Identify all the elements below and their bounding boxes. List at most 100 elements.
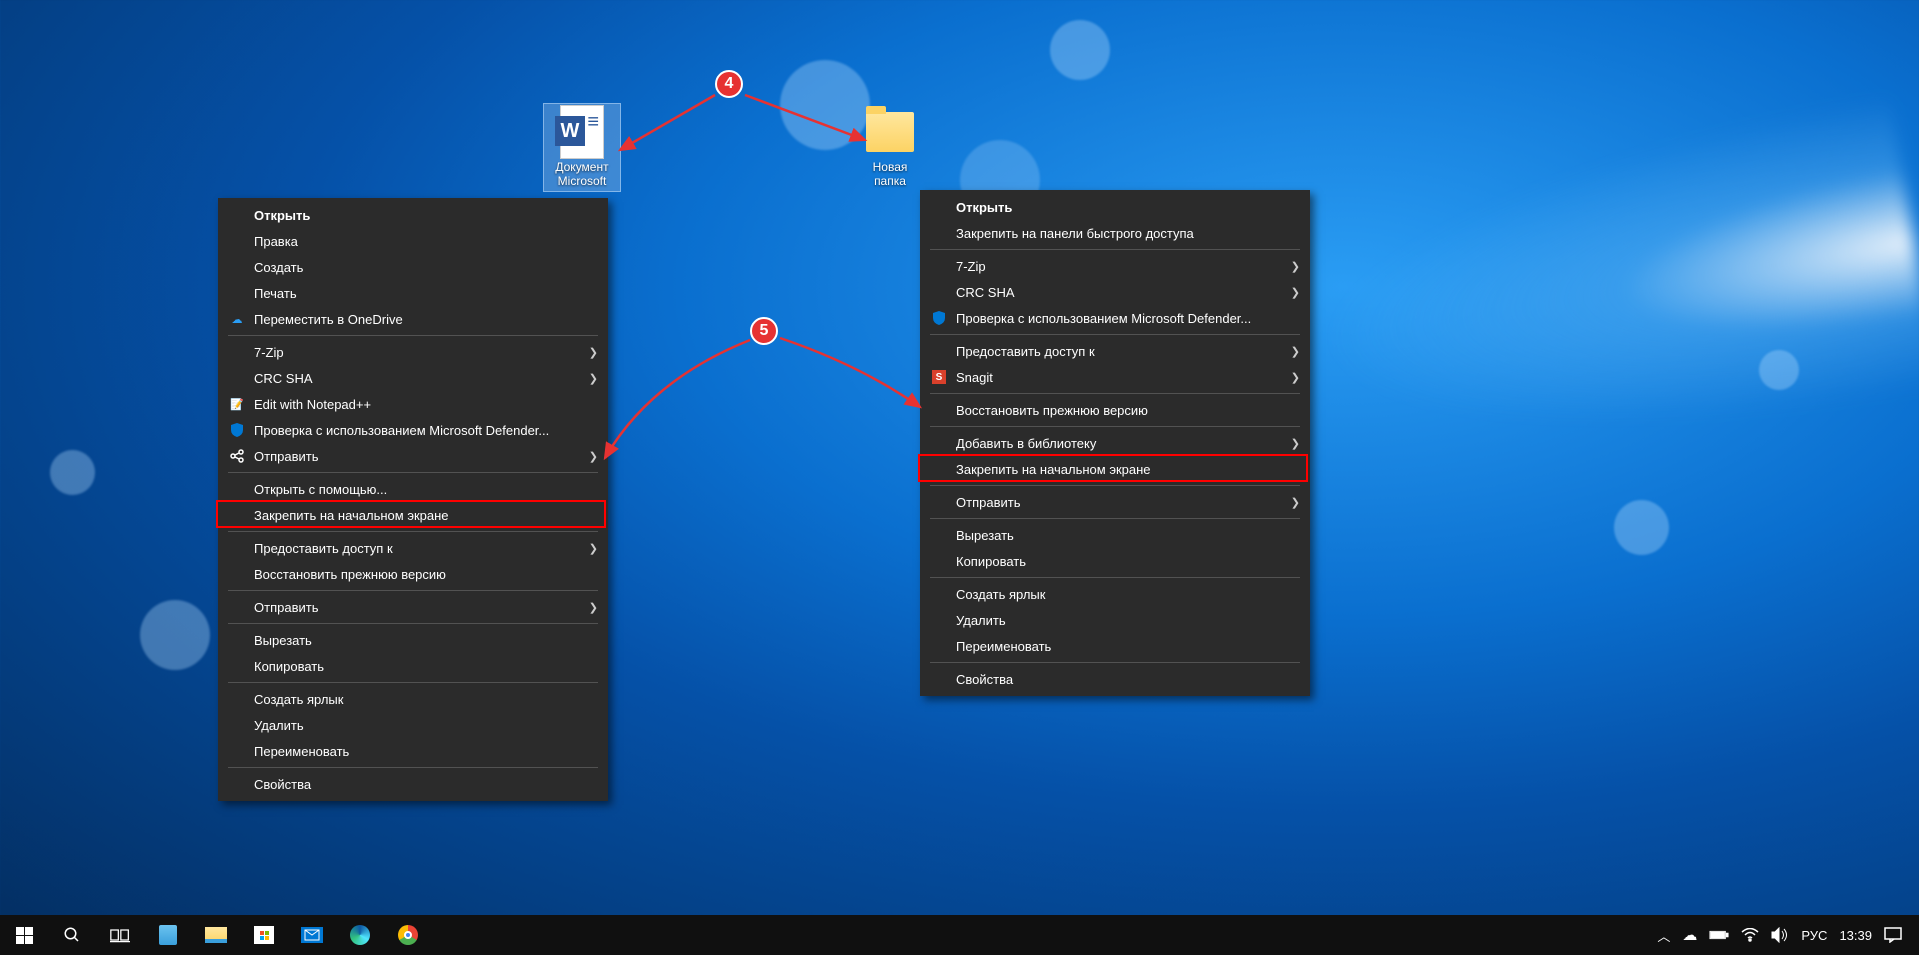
menu-separator [930,393,1300,394]
menu-item-label: Закрепить на начальном экране [254,508,582,523]
blank-icon [228,690,246,708]
taskbar-app-chrome[interactable] [384,915,432,955]
tray-wifi[interactable] [1736,915,1764,955]
menu-folder-item-12[interactable]: Добавить в библиотеку❯ [920,430,1310,456]
blank-icon [930,342,948,360]
task-view-button[interactable] [96,915,144,955]
menu-doc-item-27[interactable]: Свойства [218,771,608,797]
menu-folder-item-15[interactable]: Отправить❯ [920,489,1310,515]
menu-doc-item-13[interactable]: Закрепить на начальном экране [218,502,608,528]
menu-item-label: Свойства [254,777,582,792]
context-menu-folder: Открыть Закрепить на панели быстрого дост… [920,190,1310,696]
tray-action-center[interactable] [1879,915,1907,955]
menu-folder-item-21[interactable]: Удалить [920,607,1310,633]
menu-item-label: Удалить [956,613,1284,628]
desktop-icon-new-folder[interactable]: Новая папка [852,104,928,191]
wifi-icon [1741,928,1759,942]
taskbar-app-edge[interactable] [336,915,384,955]
desktop-icon-label: Документ Microsoft [544,158,620,191]
menu-doc-item-23[interactable]: Создать ярлык [218,686,608,712]
menu-folder-item-4[interactable]: CRC SHA❯ [920,279,1310,305]
menu-doc-item-20[interactable]: Вырезать [218,627,608,653]
menu-separator [228,767,598,768]
menu-doc-item-24[interactable]: Удалить [218,712,608,738]
menu-item-label: Snagit [956,370,1284,385]
menu-folder-item-17[interactable]: Вырезать [920,522,1310,548]
menu-folder-item-18[interactable]: Копировать [920,548,1310,574]
menu-item-label: CRC SHA [956,285,1284,300]
word-document-icon [560,105,604,159]
menu-folder-item-13[interactable]: Закрепить на начальном экране [920,456,1310,482]
menu-folder-item-7[interactable]: Предоставить доступ к❯ [920,338,1310,364]
menu-folder-item-5[interactable]: Проверка с использованием Microsoft Defe… [920,305,1310,331]
menu-item-label: Открыть [254,208,582,223]
onedrive-icon: ☁ [228,310,246,328]
chevron-right-icon: ❯ [1291,260,1300,273]
menu-separator [930,426,1300,427]
menu-folder-item-24[interactable]: Свойства [920,666,1310,692]
menu-doc-item-9[interactable]: Проверка с использованием Microsoft Defe… [218,417,608,443]
menu-doc-item-16[interactable]: Восстановить прежнюю версию [218,561,608,587]
menu-doc-item-10[interactable]: Отправить❯ [218,443,608,469]
menu-item-label: Проверка с использованием Microsoft Defe… [254,423,582,438]
chevron-right-icon: ❯ [589,372,598,385]
menu-doc-item-15[interactable]: Предоставить доступ к❯ [218,535,608,561]
blank-icon [930,257,948,275]
menu-item-label: Создать [254,260,582,275]
taskbar-app-mail[interactable] [288,915,336,955]
menu-separator [228,682,598,683]
desktop[interactable]: Документ Microsoft Новая папка Открыть Пра… [0,0,1919,915]
blank-icon [930,401,948,419]
menu-doc-item-6[interactable]: 7-Zip❯ [218,339,608,365]
desktop-icon-label: Новая папка [852,158,928,191]
tray-clock[interactable]: 13:39 [1834,915,1877,955]
taskbar-app-store[interactable] [240,915,288,955]
tray-battery[interactable] [1704,915,1734,955]
annotation-arrow [560,330,960,530]
tray-language[interactable]: РУС [1796,915,1832,955]
blank-icon [930,198,948,216]
search-button[interactable] [48,915,96,955]
menu-doc-item-21[interactable]: Копировать [218,653,608,679]
tray-chevron-up[interactable]: ︿ [1652,915,1675,955]
edge-icon [350,925,370,945]
cloud-icon: ☁ [1682,926,1697,944]
tray-onedrive[interactable]: ☁ [1677,915,1702,955]
menu-item-label: Отправить [956,495,1284,510]
notification-icon [1884,927,1902,943]
menu-folder-item-8[interactable]: SSnagit❯ [920,364,1310,390]
menu-doc-item-1[interactable]: Правка [218,228,608,254]
menu-doc-item-7[interactable]: CRC SHA❯ [218,365,608,391]
blank-icon [228,539,246,557]
menu-item-label: Закрепить на панели быстрого доступа [956,226,1284,241]
menu-item-label: Копировать [254,659,582,674]
menu-folder-item-0[interactable]: Открыть [920,194,1310,220]
menu-doc-item-2[interactable]: Создать [218,254,608,280]
tray-volume[interactable] [1766,915,1794,955]
menu-doc-item-25[interactable]: Переименовать [218,738,608,764]
chrome-icon [398,925,418,945]
taskbar-app-notepad[interactable] [144,915,192,955]
blank-icon [930,493,948,511]
menu-item-label: Восстановить прежнюю версию [254,567,582,582]
menu-doc-item-4[interactable]: ☁Переместить в OneDrive [218,306,608,332]
menu-folder-item-10[interactable]: Восстановить прежнюю версию [920,397,1310,423]
menu-doc-item-0[interactable]: Открыть [218,202,608,228]
menu-folder-item-1[interactable]: Закрепить на панели быстрого доступа [920,220,1310,246]
chevron-right-icon: ❯ [1291,437,1300,450]
taskbar-app-explorer[interactable] [192,915,240,955]
menu-folder-item-20[interactable]: Создать ярлык [920,581,1310,607]
blank-icon [930,611,948,629]
blank-icon [930,434,948,452]
start-button[interactable] [0,915,48,955]
menu-doc-item-18[interactable]: Отправить❯ [218,594,608,620]
desktop-icon-doc-word[interactable]: Документ Microsoft [544,104,620,191]
menu-doc-item-12[interactable]: Открыть с помощью... [218,476,608,502]
menu-doc-item-3[interactable]: Печать [218,280,608,306]
menu-doc-item-8[interactable]: 📝Edit with Notepad++ [218,391,608,417]
chevron-right-icon: ❯ [589,346,598,359]
chevron-right-icon: ❯ [589,542,598,555]
menu-folder-item-22[interactable]: Переименовать [920,633,1310,659]
menu-folder-item-3[interactable]: 7-Zip❯ [920,253,1310,279]
menu-item-label: Переименовать [956,639,1284,654]
